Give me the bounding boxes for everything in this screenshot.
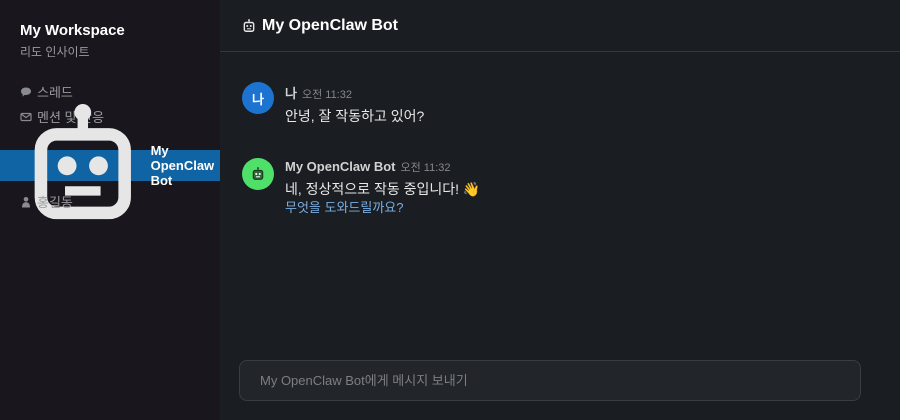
message-input[interactable] [260, 373, 860, 388]
channel-header: My OpenClaw Bot [220, 0, 900, 52]
main-pane: My OpenClaw Bot 나 나 오전 11:32 안녕, 잘 작동하고 … [220, 0, 900, 420]
sidebar: My Workspace 리도 인사이트 스레드 멘션 및 반응 My Open… [0, 0, 220, 420]
robot-icon [243, 18, 255, 32]
sidebar-item-user[interactable]: 홍길동 [20, 192, 73, 211]
robot-icon [252, 167, 264, 180]
sidebar-item-bot-channel[interactable]: My OpenClaw Bot [0, 103, 220, 219]
page-title: My OpenClaw Bot [262, 16, 399, 34]
message-text: 안녕, 잘 작동하고 있어? [285, 108, 425, 124]
message-item: My OpenClaw Bot 오전 11:32 네, 정상적으로 작동 중입니… [242, 158, 480, 217]
sidebar-item-label: 스레드 [37, 85, 73, 100]
message-sender[interactable]: My OpenClaw Bot [285, 159, 396, 174]
message-item: 나 나 오전 11:32 안녕, 잘 작동하고 있어? [242, 82, 424, 126]
message-text: 네, 정상적으로 작동 중입니다! 👋 [285, 181, 481, 197]
sidebar-item-label: My OpenClaw Bot [150, 143, 215, 188]
workspace-subtitle: 리도 인사이트 [20, 45, 90, 59]
speech-bubble-icon [21, 87, 31, 97]
message-timestamp: 오전 11:32 [301, 89, 352, 101]
message-timestamp: 오전 11:32 [400, 162, 451, 174]
message-sender[interactable]: 나 [285, 83, 297, 102]
workspace-title[interactable]: My Workspace [20, 22, 125, 39]
avatar[interactable]: 나 [242, 82, 274, 114]
person-icon [22, 196, 30, 207]
avatar[interactable] [242, 158, 274, 190]
sidebar-item-threads[interactable]: 스레드 [20, 82, 73, 101]
sidebar-item-label: 홍길동 [37, 195, 73, 210]
message-composer [239, 360, 861, 401]
message-link[interactable]: 무엇을 도와드릴까요? [285, 199, 480, 217]
